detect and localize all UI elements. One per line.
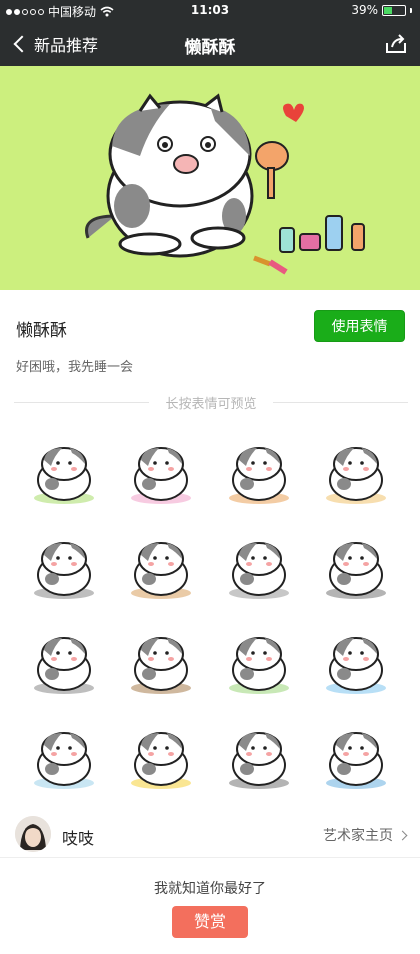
sticker-cat-drawing [33, 636, 94, 694]
use-sticker-button[interactable]: 使用表情 [314, 310, 405, 342]
pack-title: 懒酥酥 [16, 321, 67, 341]
banner-cat-illustration [85, 93, 365, 275]
cat-at-window-icon[interactable] [308, 615, 406, 710]
cat-with-hairdryer-icon[interactable] [113, 425, 211, 520]
share-icon[interactable] [384, 32, 408, 56]
cat-swimming-ring-icon[interactable] [210, 615, 308, 710]
cat-sunflower-icon[interactable] [113, 710, 211, 805]
sticker-cat-drawing [131, 731, 192, 789]
artist-homepage-label: 艺术家主页 [323, 828, 393, 844]
preview-divider: 长按表情可预览 [14, 397, 408, 412]
chevron-right-icon [397, 830, 408, 840]
reward-text: 我就知道你最好了 [154, 881, 266, 897]
cat-thinking-food-icon[interactable] [113, 615, 211, 710]
avatar[interactable] [15, 816, 51, 852]
banner-image [0, 66, 420, 290]
preview-hint: 长按表情可预览 [165, 397, 257, 412]
sticker-cat-drawing [33, 541, 94, 599]
chevron-left-icon [13, 35, 31, 53]
sticker-cat-drawing [228, 731, 289, 789]
cat-crawling-icon[interactable] [15, 615, 113, 710]
cat-stretching-icon[interactable] [15, 520, 113, 615]
sticker-cat-drawing [326, 446, 387, 504]
cat-crying-icon[interactable] [15, 710, 113, 805]
reward-button[interactable]: 赞赏 [172, 906, 248, 938]
sticker-cat-drawing [131, 541, 192, 599]
cat-sleeping-icon[interactable] [210, 710, 308, 805]
sticker-cat-drawing [33, 731, 94, 789]
battery-icon [382, 4, 406, 16]
cat-eating-icon[interactable] [113, 520, 211, 615]
artist-row[interactable]: 吱吱 艺术家主页 [0, 812, 420, 858]
artist-name: 吱吱 [62, 829, 95, 848]
pack-description: 好困哦，我先睡一会 [16, 360, 134, 375]
status-right: 39% [351, 3, 412, 17]
cat-holding-fish-icon[interactable] [308, 710, 406, 805]
sticker-cat-drawing [228, 446, 289, 504]
cat-tumbling-icon[interactable] [308, 520, 406, 615]
back-label: 新品推荐 [34, 36, 99, 55]
artist-avatar-icon [15, 816, 51, 852]
battery-percent: 39% [351, 3, 378, 17]
battery-tip [410, 7, 412, 13]
sticker-cat-drawing [228, 541, 289, 599]
artist-homepage-link[interactable]: 艺术家主页 [323, 825, 408, 845]
sticker-cat-drawing [33, 446, 94, 504]
sticker-cat-drawing [131, 446, 192, 504]
cat-on-box-icon[interactable] [210, 425, 308, 520]
sticker-cat-drawing [326, 731, 387, 789]
cat-in-tub-icon[interactable] [308, 425, 406, 520]
back-button[interactable]: 新品推荐 [10, 31, 98, 57]
battery-level [384, 6, 392, 14]
sticker-cat-drawing [131, 636, 192, 694]
sticker-grid [15, 425, 405, 805]
sticker-cat-drawing [228, 636, 289, 694]
cat-surprised-icon[interactable] [210, 520, 308, 615]
sticker-cat-drawing [326, 636, 387, 694]
status-bar: 中国移动 11:03 39% [0, 0, 420, 22]
cat-lying-on-float-icon[interactable] [15, 425, 113, 520]
sticker-cat-drawing [326, 541, 387, 599]
nav-bar: 新品推荐 懒酥酥 [0, 22, 420, 66]
